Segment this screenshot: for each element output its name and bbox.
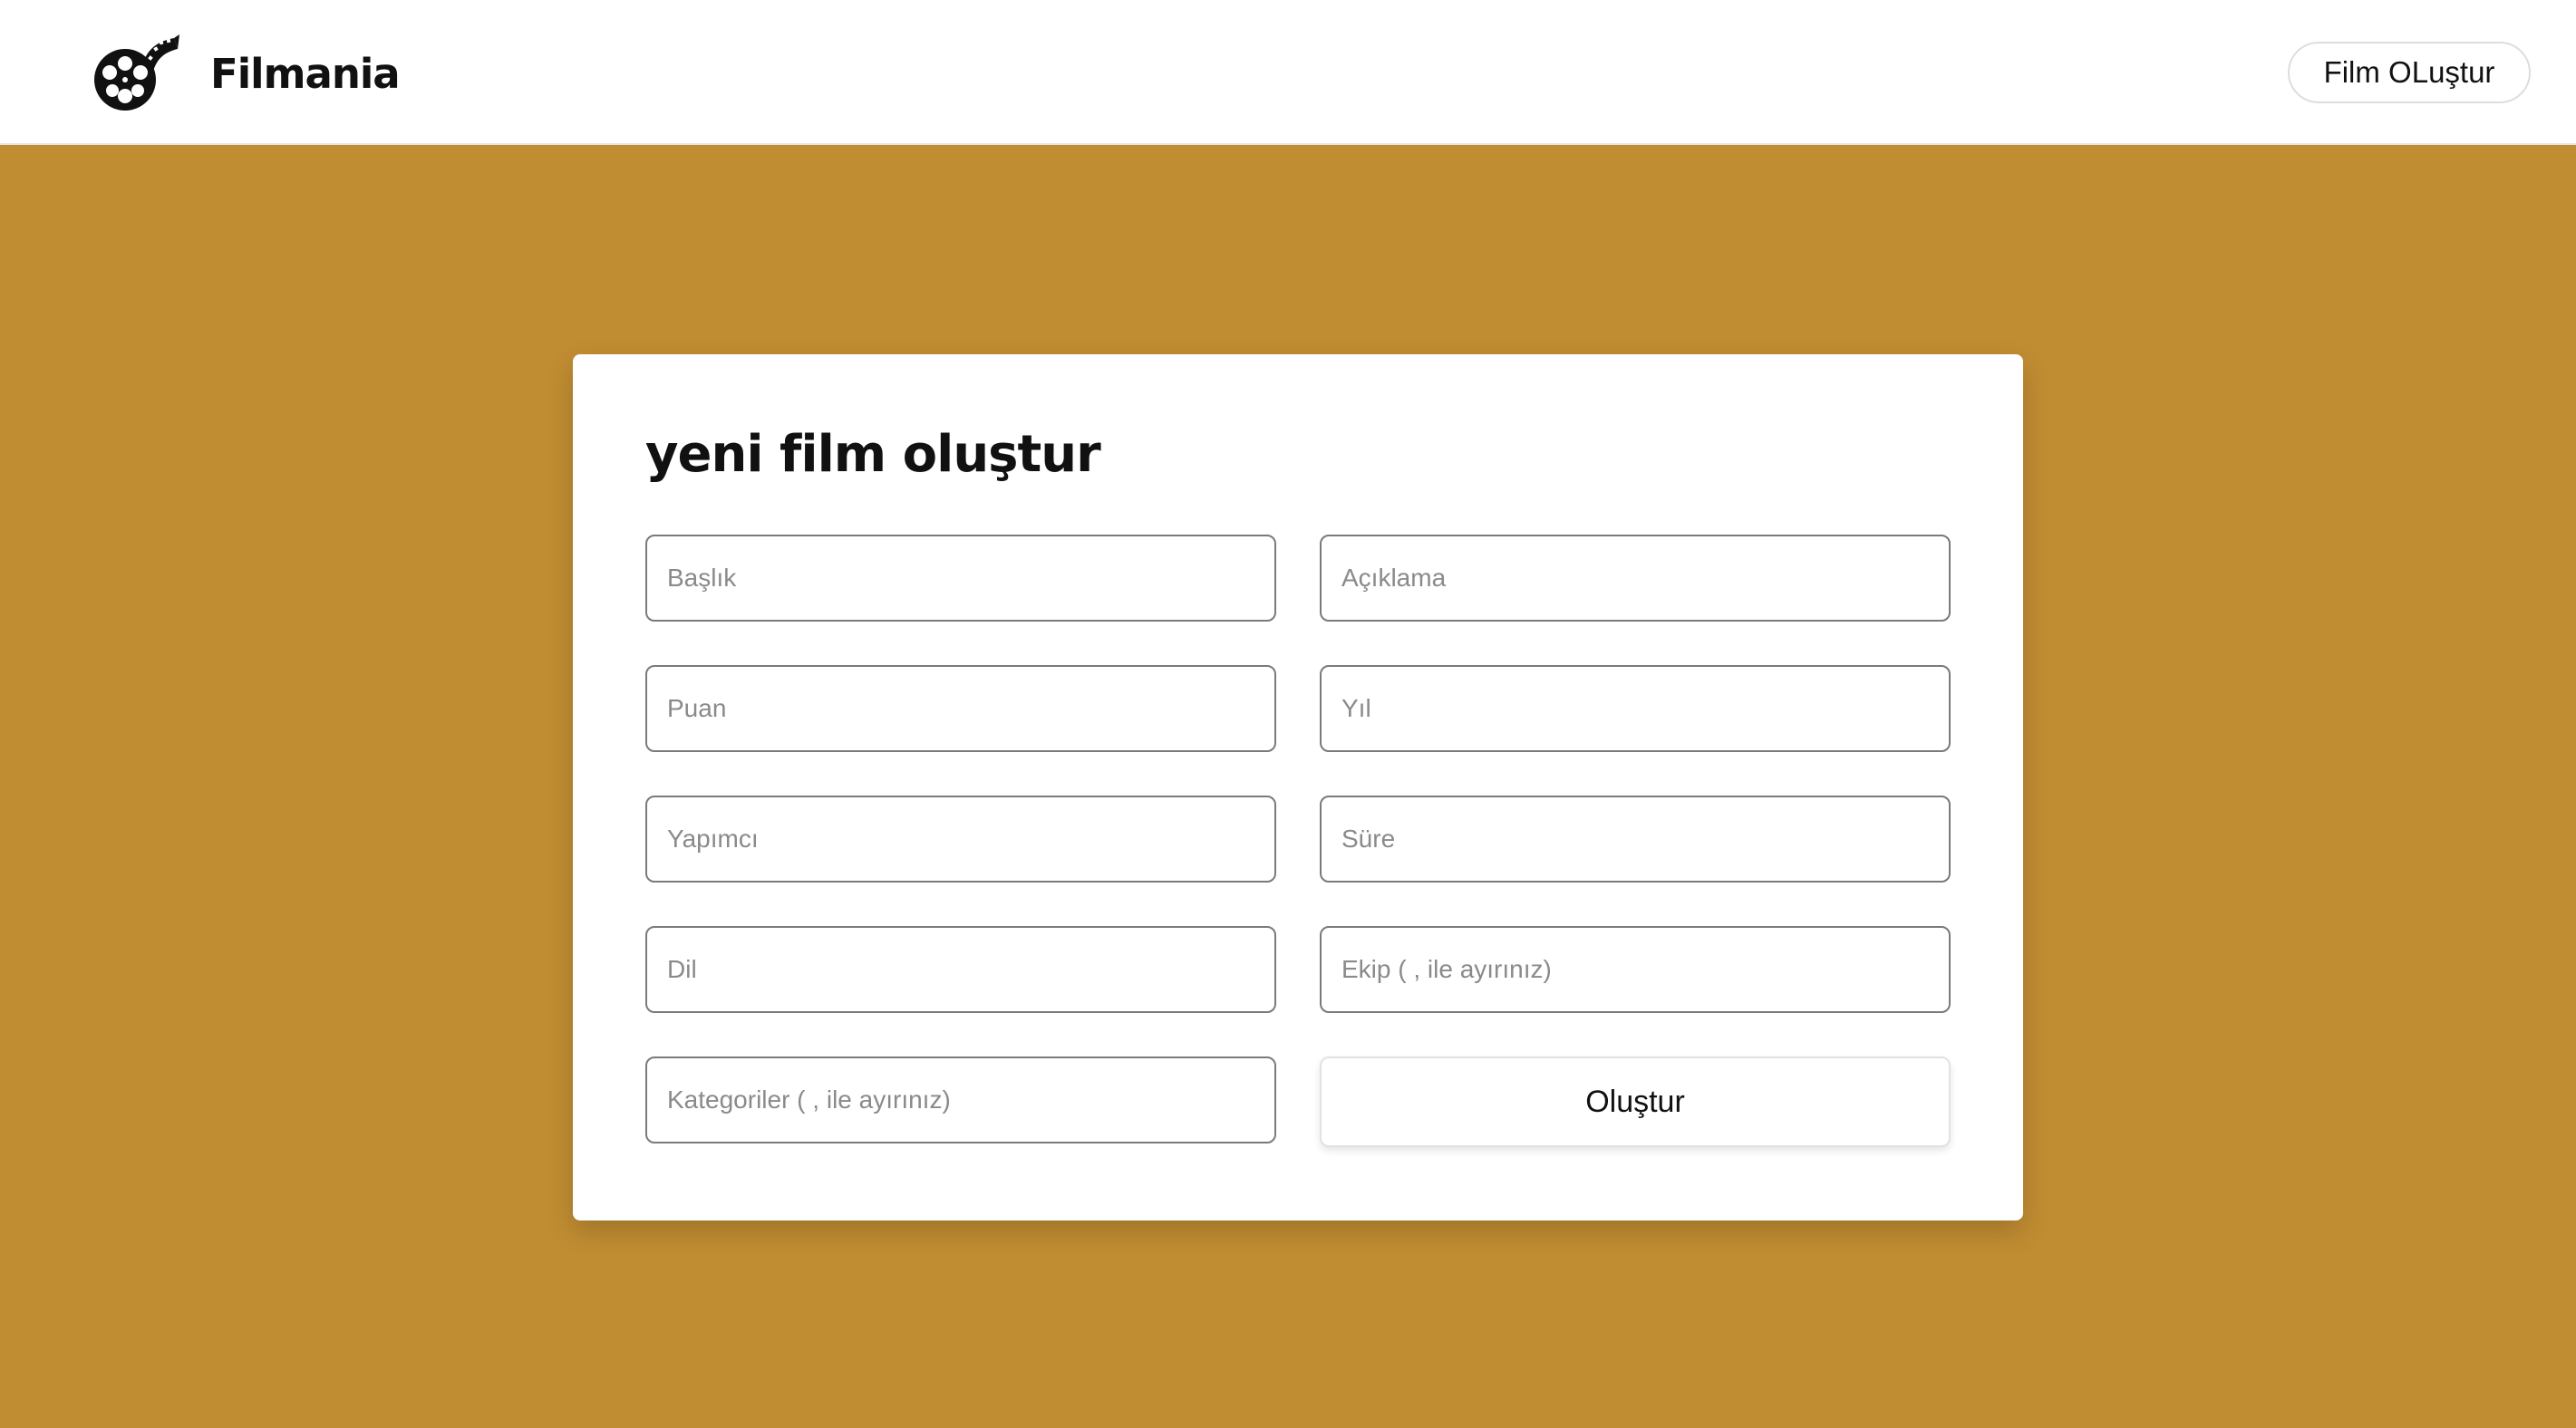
main-area: yeni film oluştur Oluştur bbox=[0, 145, 2576, 1428]
year-input[interactable] bbox=[1320, 665, 1951, 752]
language-input[interactable] bbox=[645, 926, 1276, 1013]
film-reel-icon bbox=[94, 34, 179, 111]
title-input[interactable] bbox=[645, 535, 1276, 622]
navbar: Filmania Film OLuştur bbox=[0, 0, 2576, 145]
brand[interactable]: Filmania bbox=[91, 33, 401, 114]
submit-button[interactable]: Oluştur bbox=[1320, 1057, 1951, 1147]
rating-input[interactable] bbox=[645, 665, 1276, 752]
producer-input[interactable] bbox=[645, 796, 1276, 883]
brand-name: Filmania bbox=[210, 49, 401, 98]
description-input[interactable] bbox=[1320, 535, 1951, 622]
create-film-nav-button[interactable]: Film OLuştur bbox=[2288, 42, 2531, 103]
create-film-card: yeni film oluştur Oluştur bbox=[573, 354, 2023, 1221]
duration-input[interactable] bbox=[1320, 796, 1951, 883]
crew-input[interactable] bbox=[1320, 926, 1951, 1013]
form-title: yeni film oluştur bbox=[645, 425, 1101, 484]
categories-input[interactable] bbox=[645, 1057, 1276, 1143]
